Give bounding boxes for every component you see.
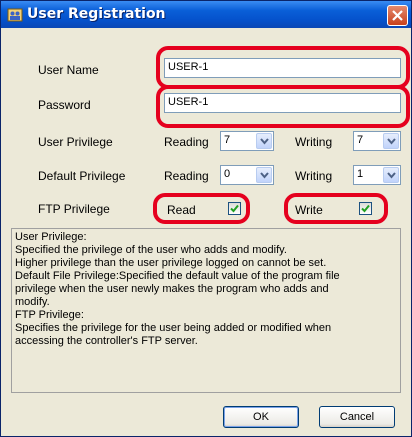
ftp-read-checkbox[interactable] <box>228 202 241 215</box>
user-name-label: User Name <box>38 63 99 77</box>
dropdown-button[interactable] <box>256 133 272 149</box>
ftp-write-label: Write <box>295 203 323 217</box>
user-privilege-writing-label: Writing <box>295 135 333 149</box>
user-privilege-reading-select[interactable]: 7 <box>220 131 274 151</box>
close-icon <box>392 10 403 21</box>
cancel-button[interactable]: Cancel <box>319 406 395 428</box>
password-label: Password <box>38 98 91 112</box>
user-registration-dialog: User Registration User Name USER-1 Passw… <box>0 0 412 437</box>
checkmark-icon <box>230 204 239 213</box>
user-privilege-reading-value: 7 <box>224 134 231 146</box>
dropdown-button[interactable] <box>256 167 272 183</box>
description-line: accessing the controller's FTP server. <box>15 335 198 347</box>
description-line: modify. <box>15 296 50 308</box>
description-line: Specified the privilege of the user who … <box>15 244 287 256</box>
ftp-privilege-label: FTP Privilege <box>38 202 110 216</box>
checkmark-icon <box>361 204 370 213</box>
default-privilege-writing-select[interactable]: 1 <box>353 165 401 185</box>
description-line: Specifies the privilege for the user bei… <box>15 322 332 334</box>
chevron-down-icon <box>260 138 269 145</box>
user-name-field[interactable]: USER-1 <box>164 58 401 78</box>
default-privilege-reading-label: Reading <box>164 169 209 183</box>
dropdown-button[interactable] <box>383 133 399 149</box>
default-privilege-reading-value: 0 <box>224 168 231 180</box>
chevron-down-icon <box>387 172 396 179</box>
user-privilege-writing-select[interactable]: 7 <box>353 131 401 151</box>
user-privilege-label: User Privilege <box>38 135 113 149</box>
default-privilege-reading-select[interactable]: 0 <box>220 165 274 185</box>
ftp-read-label: Read <box>167 203 196 217</box>
description-line: Default File Privilege:Specified the def… <box>15 270 340 282</box>
users-icon <box>7 8 23 22</box>
ok-button[interactable]: OK <box>223 406 299 428</box>
description-line: FTP Privilege: <box>15 309 84 321</box>
ftp-write-checkbox[interactable] <box>359 202 372 215</box>
default-privilege-label: Default Privilege <box>38 169 126 183</box>
dropdown-button[interactable] <box>383 167 399 183</box>
description-line: privilege when the user newly makes the … <box>15 283 329 295</box>
user-privilege-reading-label: Reading <box>164 135 209 149</box>
password-field[interactable]: USER-1 <box>164 93 401 113</box>
user-privilege-writing-value: 7 <box>357 134 364 146</box>
default-privilege-writing-value: 1 <box>357 168 364 180</box>
chevron-down-icon <box>387 138 396 145</box>
default-privilege-writing-label: Writing <box>295 169 333 183</box>
description-line: Higher privilege than the user privilege… <box>15 257 327 269</box>
window-title: User Registration <box>27 6 166 22</box>
title-bar[interactable]: User Registration <box>1 1 411 28</box>
description-line: User Privilege: <box>15 231 87 243</box>
chevron-down-icon <box>260 172 269 179</box>
close-button[interactable] <box>387 5 408 26</box>
description-panel: User Privilege: Specified the privilege … <box>11 228 401 393</box>
